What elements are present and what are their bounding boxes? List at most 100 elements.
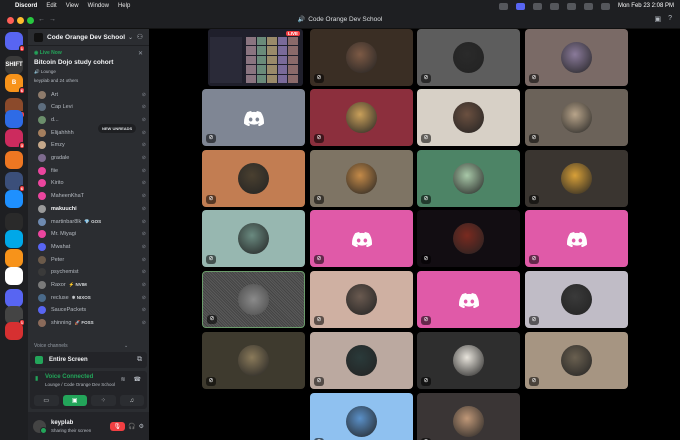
voice-member[interactable]: Mr. Miyagi ⊘ [38,229,146,240]
server-icon[interactable]: 3 [5,129,25,149]
status-item-icon[interactable] [498,2,508,10]
participant-tile[interactable]: ⊘ [417,210,520,267]
user-info[interactable]: keyplab Sharing their screen [51,420,91,433]
participant-tile[interactable]: ⊘ [202,271,305,328]
close-icon[interactable]: ✕ [138,50,143,57]
voice-member[interactable]: gradale ⊘ [38,153,146,164]
shared-screen-cell [256,37,267,46]
voice-member[interactable]: Art ⊘ [38,89,146,100]
status-item-icon[interactable] [549,2,559,10]
participant-tile[interactable]: ⊘ [202,150,305,207]
signal-icon[interactable]: ▮ [35,375,38,382]
disconnect-icon[interactable]: ☎ [134,376,141,383]
voice-member[interactable]: Raxor ⚡ NVIM ⊘ [38,280,146,291]
participant-tile[interactable]: ⊘ [202,332,305,389]
participant-tile[interactable]: ⊘ [525,89,628,146]
voice-member[interactable]: fiie ⊘ [38,165,146,176]
menu-window[interactable]: Window [88,3,109,9]
participant-tile[interactable]: ⊘ [525,271,628,328]
gear-icon[interactable]: ⚙ [139,423,144,430]
voice-member[interactable]: Kirito ⊘ [38,178,146,189]
server-header[interactable]: Code Orange Dev School ⌄ ⚇ [28,29,149,46]
server-icon[interactable]: SHIFT [5,56,23,74]
participant-tile[interactable]: ⊘ [310,29,413,86]
invite-people-icon[interactable]: ⚇ [137,33,143,41]
participant-tile[interactable]: ⊘ [310,150,413,207]
camera-button[interactable]: ▭ [34,395,59,406]
help-icon[interactable]: ? [668,15,672,23]
control-center-icon[interactable] [600,2,610,10]
participant-tile[interactable]: ⊘ [202,210,305,267]
voice-member[interactable]: Emzy ⊘ [38,140,146,151]
voice-member[interactable]: martinbar8lk 💎 GOS ⊘ [38,216,146,227]
participant-tile[interactable]: ⊘ [417,29,520,86]
participant-tile[interactable]: ⊘ [310,393,413,440]
server-icon[interactable] [5,249,23,267]
participant-tile[interactable]: ⊘ [525,210,628,267]
server-icon[interactable] [5,110,23,128]
status-item-icon[interactable] [566,2,576,10]
status-item-icon[interactable] [532,2,542,10]
shared-screen-cell [256,65,267,74]
voice-member[interactable]: psychemist ⊘ [38,267,146,278]
voice-member[interactable]: shinning 🚀 FOSS ⊘ [38,318,146,329]
participant-tile[interactable]: ⊘ [310,210,413,267]
participant-tile[interactable]: ⊘ [525,332,628,389]
screen-share-panel[interactable]: Entire Screen ⧉ [30,352,147,368]
discord-status-icon[interactable] [515,2,525,10]
participant-tile[interactable]: ⊘ [525,29,628,86]
screen-share-label: Entire Screen [49,357,88,363]
screen-share-tile[interactable]: LIVE [208,29,303,86]
participant-tile[interactable]: ⊘ [417,89,520,146]
server-icon[interactable] [5,322,23,340]
voice-member[interactable]: MaheenKhaT ⊘ [38,191,146,202]
participant-tile[interactable]: ⊘ [202,89,305,146]
voice-member[interactable]: Mwahat ⊘ [38,241,146,252]
participant-tile[interactable]: ⊘ [417,150,520,207]
activities-button[interactable]: ⁘ [91,395,116,406]
voice-channels-category[interactable]: Voice channels ⌄ [34,343,128,349]
menu-view[interactable]: View [66,3,79,9]
voice-member[interactable]: SaucePackets ⊘ [38,305,146,316]
server-icon[interactable] [5,190,23,208]
avatar [560,344,592,376]
muted-mic-icon: ⊘ [314,255,324,264]
menu-help[interactable]: Help [118,3,130,9]
participant-tile[interactable]: ⊘ [525,150,628,207]
shared-screen-cell [256,46,267,55]
server-icon[interactable] [5,289,23,307]
participant-tile[interactable]: ⊘ [417,271,520,328]
server-icon[interactable] [5,267,23,285]
live-event-banner[interactable]: ◉ Live Now ✕ Bitcoin Dojo study cohort 🔊… [28,47,149,85]
avatar[interactable] [33,419,47,434]
participant-tile[interactable]: ⊘ [310,271,413,328]
deafen-headphones-icon[interactable]: 🎧 [128,423,135,430]
inbox-icon[interactable]: ▣ [654,15,661,23]
server-icon[interactable]: 1 [5,32,25,52]
mute-mic-button[interactable]: 🎙 [109,421,126,431]
new-unreads-pill[interactable]: NEW UNREADS [98,124,137,133]
participant-tile[interactable]: ⊘ [310,89,413,146]
voice-member[interactable]: makuuchi ⊘ [38,203,146,214]
popout-icon[interactable]: ⧉ [137,356,142,364]
screen-share-button[interactable]: ▣ [62,395,87,406]
menu-app-name[interactable]: Discord [15,3,37,9]
voice-member[interactable]: Peter ⊘ [38,254,146,265]
shared-screen-cell [267,55,277,65]
participant-tile[interactable]: ⊘ [417,393,520,440]
server-icon[interactable]: B6 [5,74,25,94]
noise-suppression-icon[interactable]: ≋ [120,376,125,383]
voice-member[interactable]: recluse ❄ NIXOS ⊘ [38,292,146,303]
server-icon[interactable] [5,151,23,169]
wifi-icon[interactable] [583,2,593,10]
menubar-clock[interactable]: Mon Feb 23 2:08 PM [618,3,674,9]
participant-tile[interactable]: ⊘ [417,332,520,389]
server-icon[interactable]: 6 [5,172,25,192]
server-icon[interactable] [5,230,23,248]
avatar [452,162,484,194]
server-icon[interactable] [5,213,23,231]
participant-tile[interactable]: ⊘ [310,332,413,389]
voice-member[interactable]: Cap Levi ⊘ [38,102,146,113]
menu-edit[interactable]: Edit [46,3,56,9]
soundboard-button[interactable]: ♫ [119,395,144,406]
